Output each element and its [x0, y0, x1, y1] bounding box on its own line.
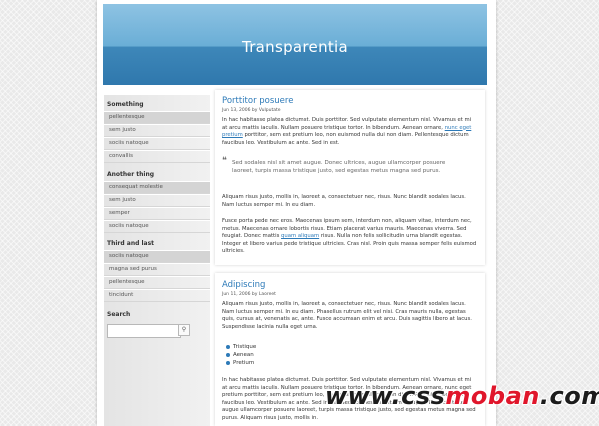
post-card: Porttitor posuere Jun 13, 2006 by Vulput… [215, 90, 485, 265]
list-item: Pretium [226, 359, 254, 367]
watermark-logo: www.cssmoban.com [325, 382, 599, 410]
sidebar-link[interactable]: sociis natoque [104, 250, 210, 263]
sidebar-heading: Third and last [107, 240, 155, 247]
watermark-text: www.css [325, 382, 446, 410]
quote-icon: ❝ [222, 156, 227, 166]
search-input[interactable] [107, 324, 181, 338]
list-item-text: Aenean [233, 352, 254, 358]
search-heading: Search [107, 311, 131, 318]
post-meta: Jun 13, 2006 by Vulputate [222, 108, 281, 113]
paragraph-text: porttitor, sem est pretium leo, non euis… [222, 132, 469, 146]
watermark-text: moban [445, 382, 540, 410]
sidebar-link[interactable]: convallis [104, 150, 210, 163]
sidebar-link[interactable]: pellentesque [104, 276, 210, 289]
bullet-icon [226, 344, 230, 349]
sidebar-link[interactable]: semper [104, 207, 210, 220]
post-paragraph: Fusce porta pede nec eros. Maecenas ipsu… [222, 218, 477, 256]
list-item-text: Tristique [233, 344, 257, 350]
bullet-icon [226, 352, 230, 357]
list-item: Tristique [226, 343, 256, 351]
post-title[interactable]: Porttitor posuere [222, 96, 293, 106]
post-paragraph: Aliquam risus justo, mollis in, laoreet … [222, 301, 472, 330]
watermark-text: .com [539, 382, 599, 410]
blockquote: Sed sodales nisl sit amet augue. Donec u… [232, 160, 446, 174]
inline-link[interactable]: quam aliquam [281, 233, 319, 239]
bullet-icon [226, 360, 230, 365]
sidebar-link[interactable]: sociis natoque [104, 137, 210, 150]
sidebar-heading: Another thing [107, 171, 155, 178]
sidebar-heading: Something [107, 101, 144, 108]
sidebar-link[interactable]: consequat molestie [104, 181, 210, 194]
post-title[interactable]: Adipiscing [222, 280, 265, 290]
paragraph-text: In hac habitasse platea dictumst. Duis p… [222, 117, 472, 131]
sidebar-link[interactable]: sociis natoque [104, 220, 210, 233]
sidebar: Something pellentesque sem justo sociis … [104, 95, 210, 426]
sidebar-link[interactable]: sem justo [104, 124, 210, 137]
page-container: Transparentia Something pellentesque sem… [97, 0, 496, 426]
post-paragraph: In hac habitasse platea dictumst. Duis p… [222, 117, 477, 147]
sidebar-link[interactable]: sem justo [104, 194, 210, 207]
sidebar-link[interactable]: magna sed purus [104, 263, 210, 276]
sidebar-link[interactable]: tincidunt [104, 289, 210, 302]
search-icon: ⚲ [181, 326, 187, 333]
post-meta: Jun 11, 2006 by Laoreet [222, 292, 276, 297]
sidebar-link[interactable]: pellentesque [104, 111, 210, 124]
post-paragraph: Aliquam risus justo, mollis in, laoreet … [222, 194, 466, 208]
list-item: Aenean [226, 351, 254, 359]
search-button[interactable]: ⚲ [178, 324, 190, 336]
header-banner: Transparentia [103, 4, 487, 85]
list-item-text: Pretium [233, 360, 255, 366]
site-title[interactable]: Transparentia [103, 38, 487, 56]
